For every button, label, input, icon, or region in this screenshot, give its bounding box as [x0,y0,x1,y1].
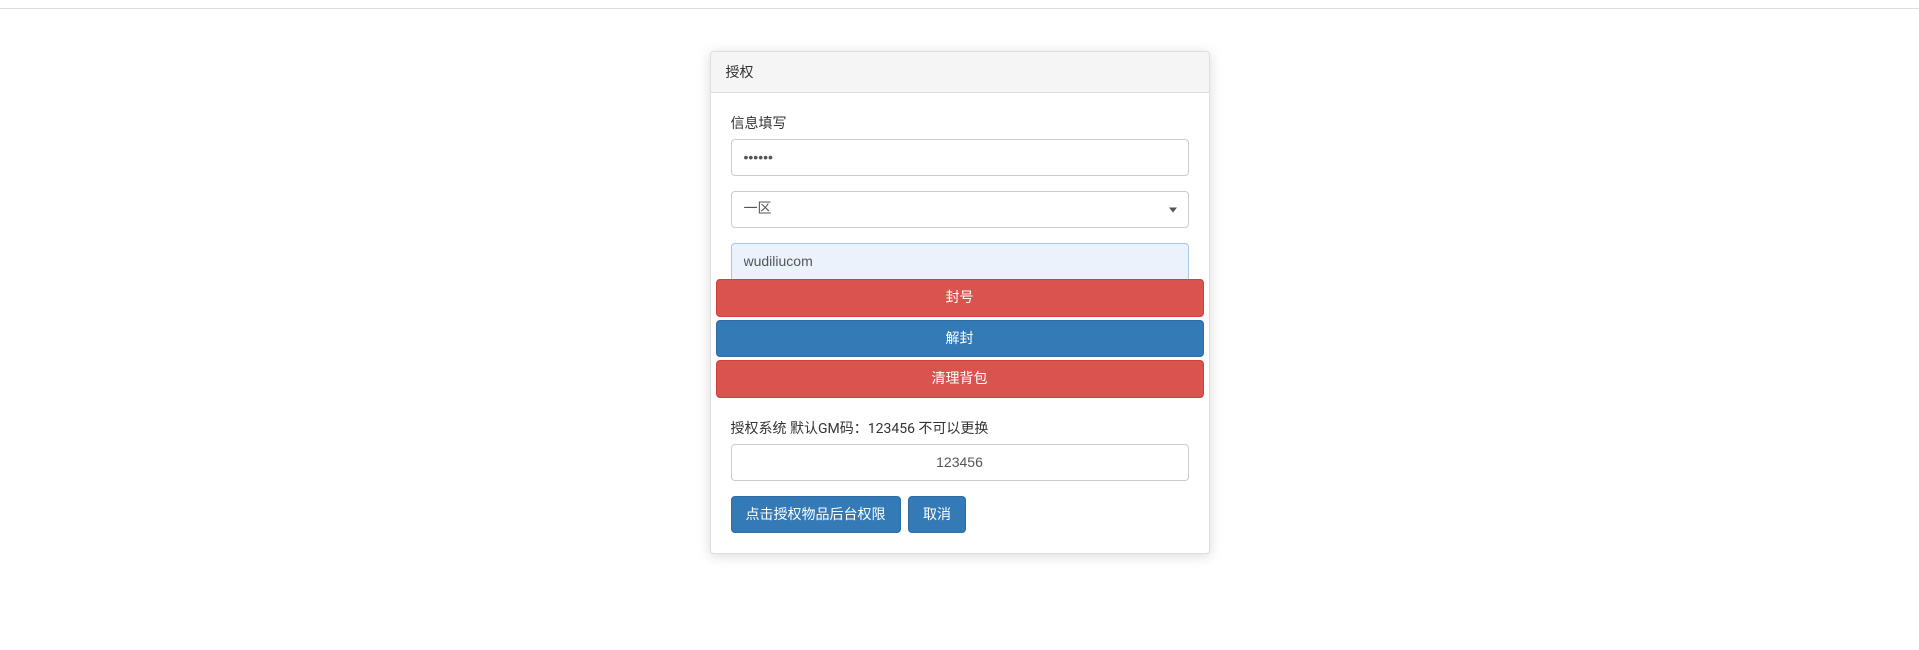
authorize-button[interactable]: 点击授权物品后台权限 [731,496,901,534]
auth-panel: 授权 信息填写 一区 封号 解封 清理背包 [710,51,1210,554]
zone-select-wrap: 一区 [731,191,1189,228]
info-label: 信息填写 [731,113,1189,133]
account-action-group: 封号 解封 清理背包 [731,243,1189,398]
cancel-button[interactable]: 取消 [908,496,966,534]
gm-code-input[interactable] [731,444,1189,481]
unban-button[interactable]: 解封 [716,320,1204,358]
panel-body: 信息填写 一区 封号 解封 清理背包 授权系统 默认GM码：123456 不可以… [711,93,1209,553]
zone-group: 一区 [731,191,1189,228]
ban-button[interactable]: 封号 [716,279,1204,317]
account-input[interactable] [731,243,1189,279]
action-buttons-group: 封号 解封 清理背包 [731,279,1189,398]
zone-select[interactable]: 一区 [731,191,1189,228]
clear-bag-button[interactable]: 清理背包 [716,360,1204,398]
gm-group: 授权系统 默认GM码：123456 不可以更换 [731,418,1189,481]
password-input[interactable] [731,139,1189,176]
panel-title: 授权 [711,52,1209,93]
page-container: 授权 信息填写 一区 封号 解封 清理背包 [0,9,1919,650]
gm-label: 授权系统 默认GM码：123456 不可以更换 [731,418,1189,438]
footer-buttons: 点击授权物品后台权限 取消 [731,496,1189,534]
info-group: 信息填写 [731,113,1189,176]
